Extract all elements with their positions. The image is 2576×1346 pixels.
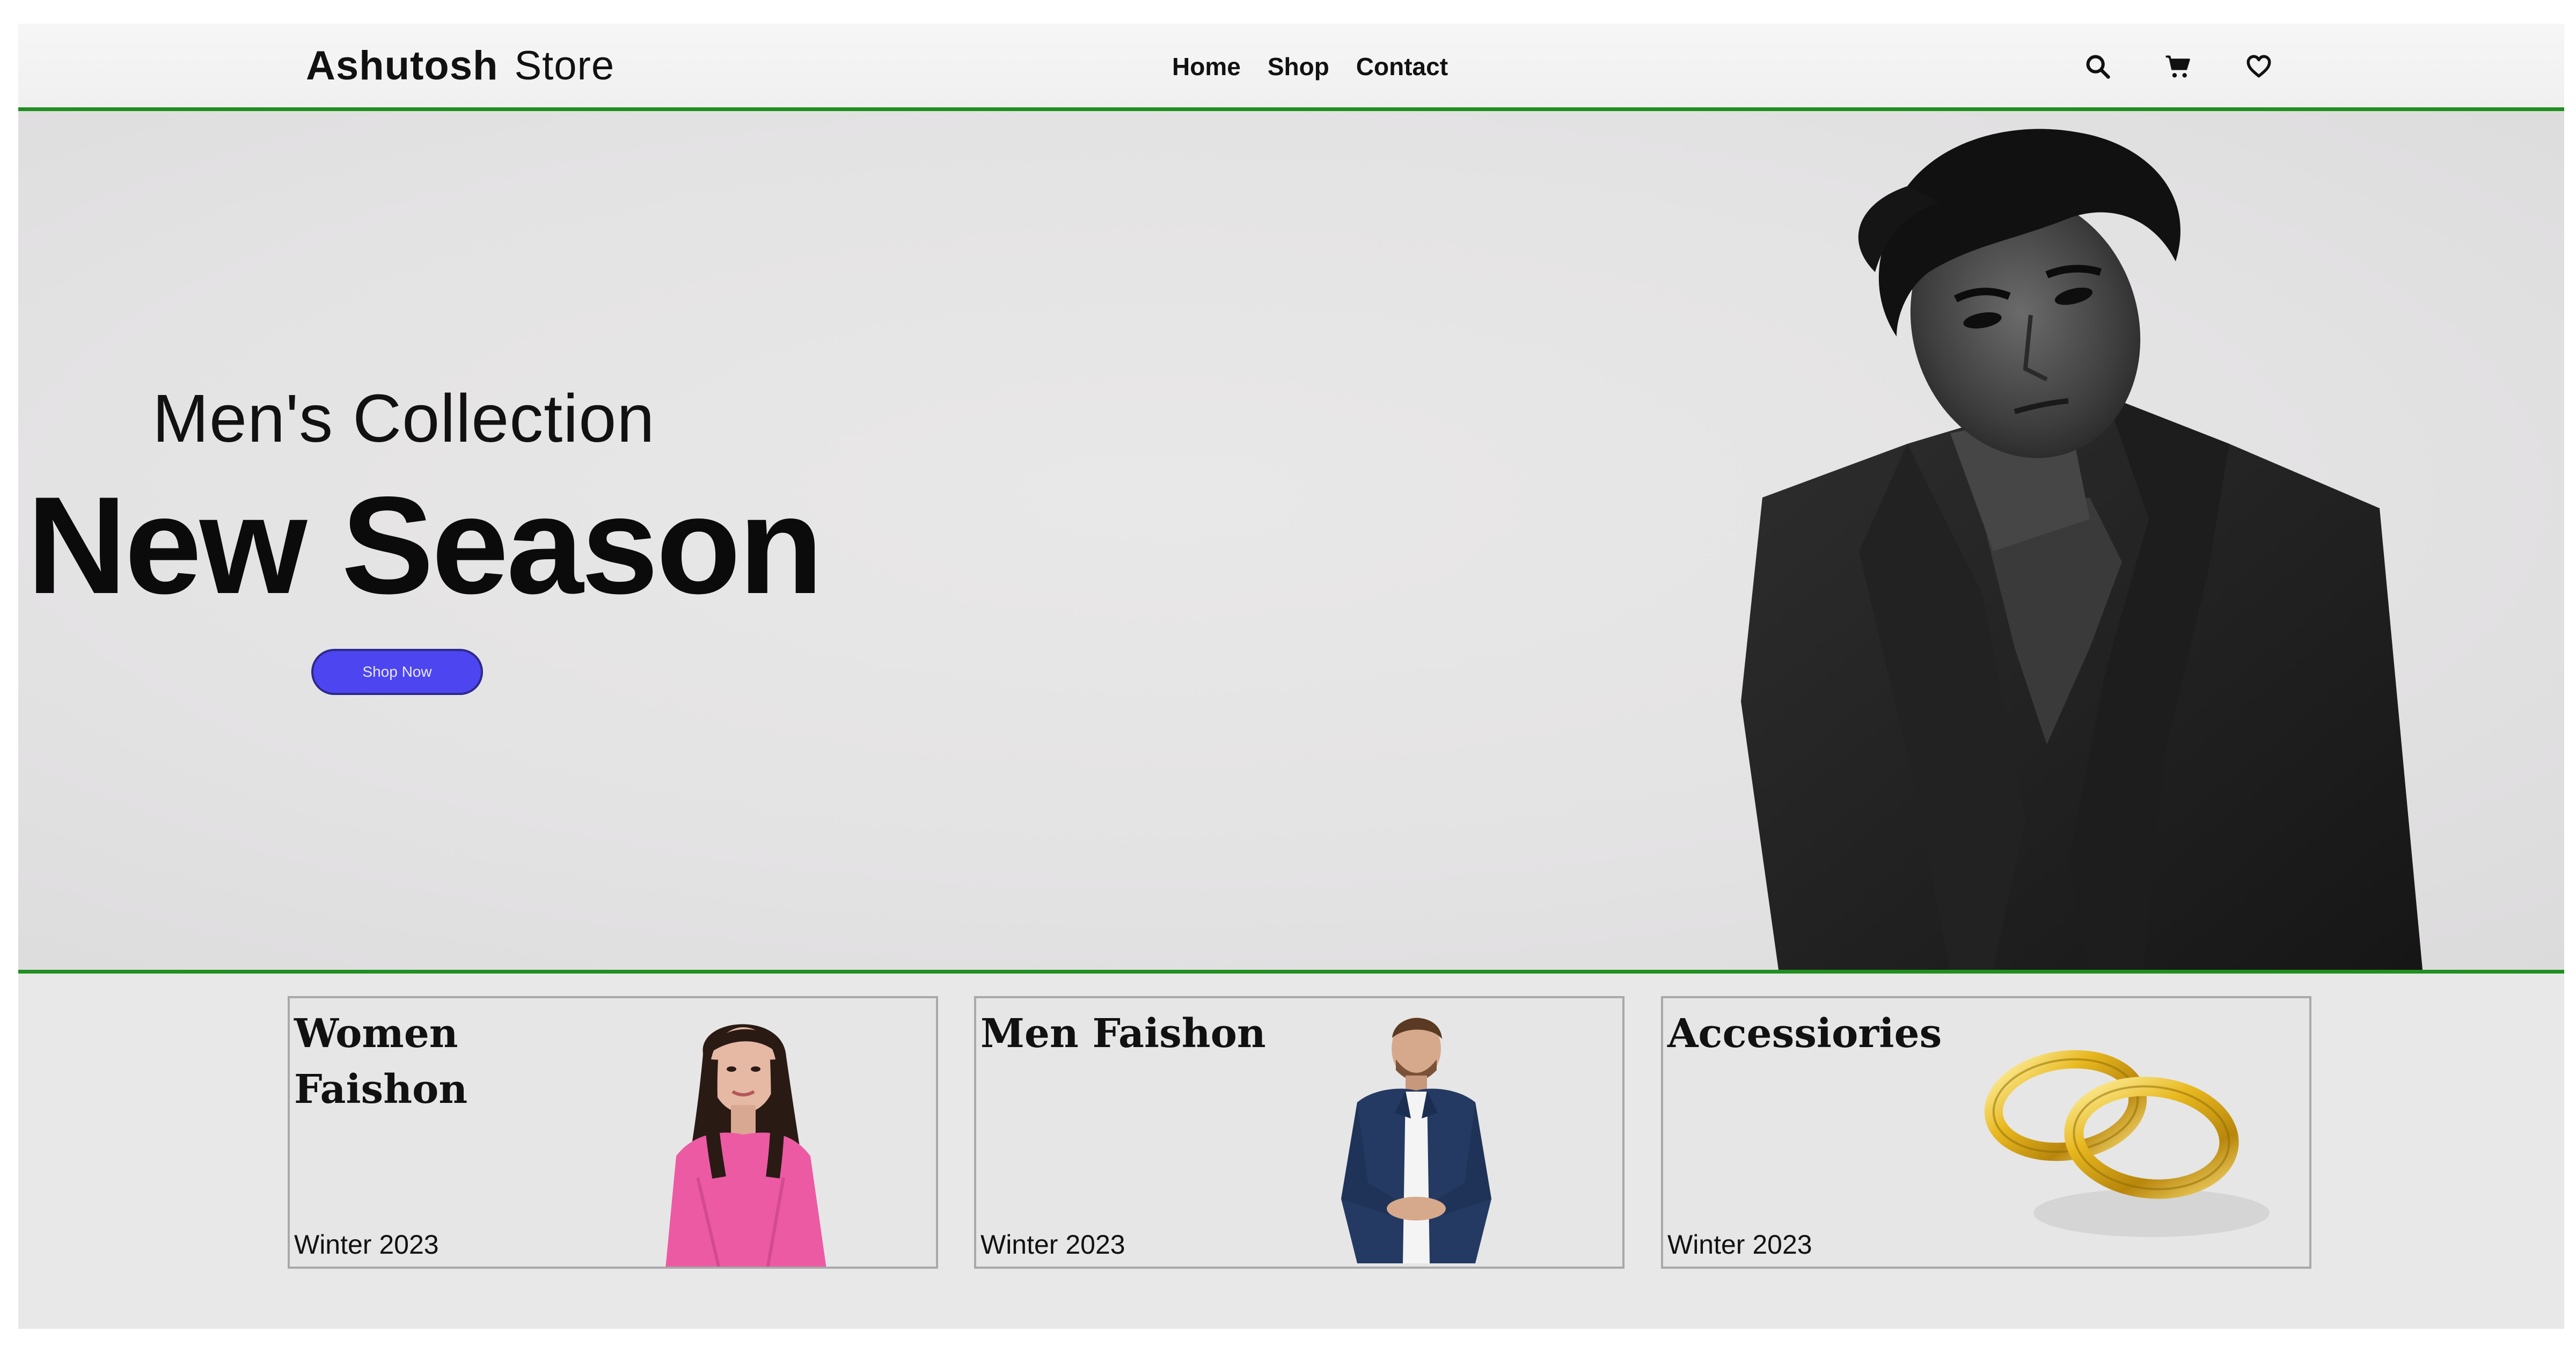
hero-title: New Season	[27, 467, 823, 623]
nav-link-shop[interactable]: Shop	[1268, 52, 1329, 81]
category-cards: Women Faishon Winter 2023 Men Faishon Wi…	[18, 974, 2564, 1329]
category-title: Men Faishon	[980, 1011, 1266, 1057]
category-card-men[interactable]: Men Faishon Winter 2023	[974, 996, 1624, 1269]
category-title: Accessiories	[1667, 1011, 1942, 1057]
hero-model-image	[1741, 129, 2423, 970]
nav-icons	[2079, 40, 2278, 93]
heart-icon[interactable]	[2240, 48, 2278, 85]
hero-banner: Men's Collection New Season Shop Now	[18, 111, 2564, 974]
women-fashion-image	[665, 1024, 826, 1267]
brand-name-bold: Ashutosh	[306, 42, 499, 89]
nav-link-home[interactable]: Home	[1172, 52, 1241, 81]
shop-now-button[interactable]: Shop Now	[311, 649, 483, 695]
category-season: Winter 2023	[294, 1230, 439, 1260]
category-season: Winter 2023	[980, 1230, 1125, 1260]
brand-logo[interactable]: Ashutosh Store	[306, 33, 614, 98]
category-card-accessories[interactable]: Accessiories Winter 2023	[1661, 996, 2311, 1269]
nav-link-contact[interactable]: Contact	[1356, 52, 1448, 81]
brand-name-light: Store	[514, 42, 615, 89]
men-fashion-image	[1341, 1018, 1491, 1263]
category-card-women[interactable]: Women Faishon Winter 2023	[288, 996, 938, 1269]
category-season: Winter 2023	[1667, 1230, 1812, 1260]
nav-links: Home Shop Contact	[1172, 40, 1448, 93]
search-icon[interactable]	[2079, 48, 2117, 85]
rings-image	[1984, 1050, 2270, 1237]
navbar: Ashutosh Store Home Shop Contact	[18, 24, 2564, 111]
hero-subtitle: Men's Collection	[152, 381, 655, 456]
category-title: Women Faishon	[294, 1011, 468, 1113]
page-frame: Ashutosh Store Home Shop Contact Men's C…	[18, 24, 2564, 1329]
cart-icon[interactable]	[2160, 48, 2197, 85]
